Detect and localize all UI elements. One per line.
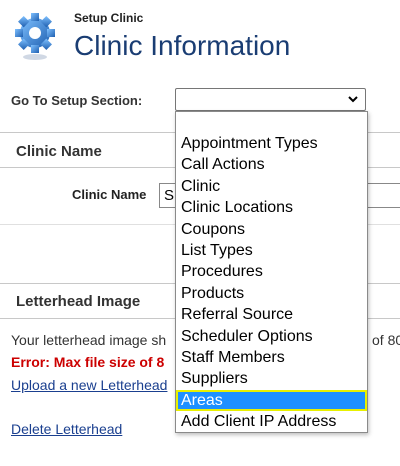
option-coupons[interactable]: Coupons: [176, 219, 367, 240]
letterhead-error-text: Error: Max file size of 8: [11, 354, 165, 370]
option-list-types[interactable]: List Types: [176, 240, 367, 261]
breadcrumb: Setup Clinic: [74, 11, 144, 25]
setup-section-dropdown-list: Appointment Types Call Actions Clinic Cl…: [175, 111, 368, 433]
upload-letterhead-link[interactable]: Upload a new Letterhead: [11, 377, 167, 393]
option-products[interactable]: Products: [176, 283, 367, 304]
delete-letterhead-link[interactable]: Delete Letterhead: [11, 421, 122, 437]
goto-section-label: Go To Setup Section:: [11, 93, 143, 108]
letterhead-section-title: Letterhead Image: [16, 293, 141, 310]
option-referral-source[interactable]: Referral Source: [176, 304, 367, 325]
option-clinic[interactable]: Clinic: [176, 176, 367, 197]
option-scheduler-options[interactable]: Scheduler Options: [176, 326, 367, 347]
clinic-name-label: Clinic Name: [72, 187, 147, 202]
setup-section-select[interactable]: [175, 88, 366, 111]
option-procedures[interactable]: Procedures: [176, 261, 367, 282]
clinic-name-section-title: Clinic Name: [16, 143, 102, 160]
chevron-down-icon: [347, 93, 359, 108]
option-call-actions[interactable]: Call Actions: [176, 154, 367, 175]
option-areas[interactable]: Areas: [176, 389, 367, 412]
option-add-client-ip-address[interactable]: Add Client IP Address: [176, 411, 367, 432]
letterhead-info-text: Your letterhead image sh: [11, 332, 167, 348]
option-staff-members[interactable]: Staff Members: [176, 347, 367, 368]
gear-icon: [14, 9, 56, 61]
option-appointment-types[interactable]: Appointment Types: [176, 133, 367, 154]
option-clinic-locations[interactable]: Clinic Locations: [176, 197, 367, 218]
option-suppliers[interactable]: Suppliers: [176, 368, 367, 389]
letterhead-info-text-end: of 80: [372, 332, 400, 348]
page-title: Clinic Information: [74, 30, 291, 61]
